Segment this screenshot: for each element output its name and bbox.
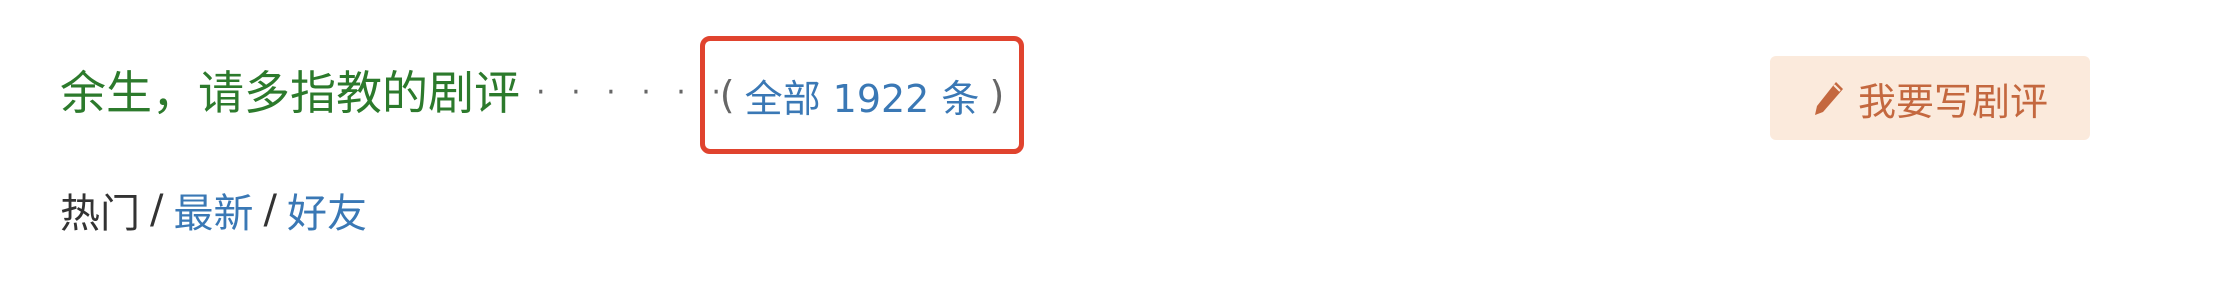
sort-hot: 热门 <box>60 191 140 237</box>
sort-latest-link[interactable]: 最新 <box>173 181 253 239</box>
reviews-header: 余生，请多指教的剧评 · · · · · · <box>60 58 729 128</box>
sort-separator: / <box>150 187 164 233</box>
section-title: 余生，请多指教的剧评 <box>60 66 520 120</box>
write-review-label: 我要写剧评 <box>1857 79 2048 124</box>
pencil-icon <box>1814 82 1843 115</box>
sort-friends-link[interactable]: 好友 <box>287 181 367 239</box>
write-review-button[interactable]: 我要写剧评 <box>1770 56 2090 140</box>
sort-separator: / <box>263 187 277 233</box>
total-reviews-highlight: ( 全部 1922 条 ) <box>700 36 1024 154</box>
all-reviews-link[interactable]: 全部 1922 条 <box>745 68 980 123</box>
open-paren: ( <box>719 73 735 117</box>
close-paren: ) <box>989 73 1005 117</box>
sort-tabs: 热门 / 最新 / 好友 <box>60 182 367 238</box>
